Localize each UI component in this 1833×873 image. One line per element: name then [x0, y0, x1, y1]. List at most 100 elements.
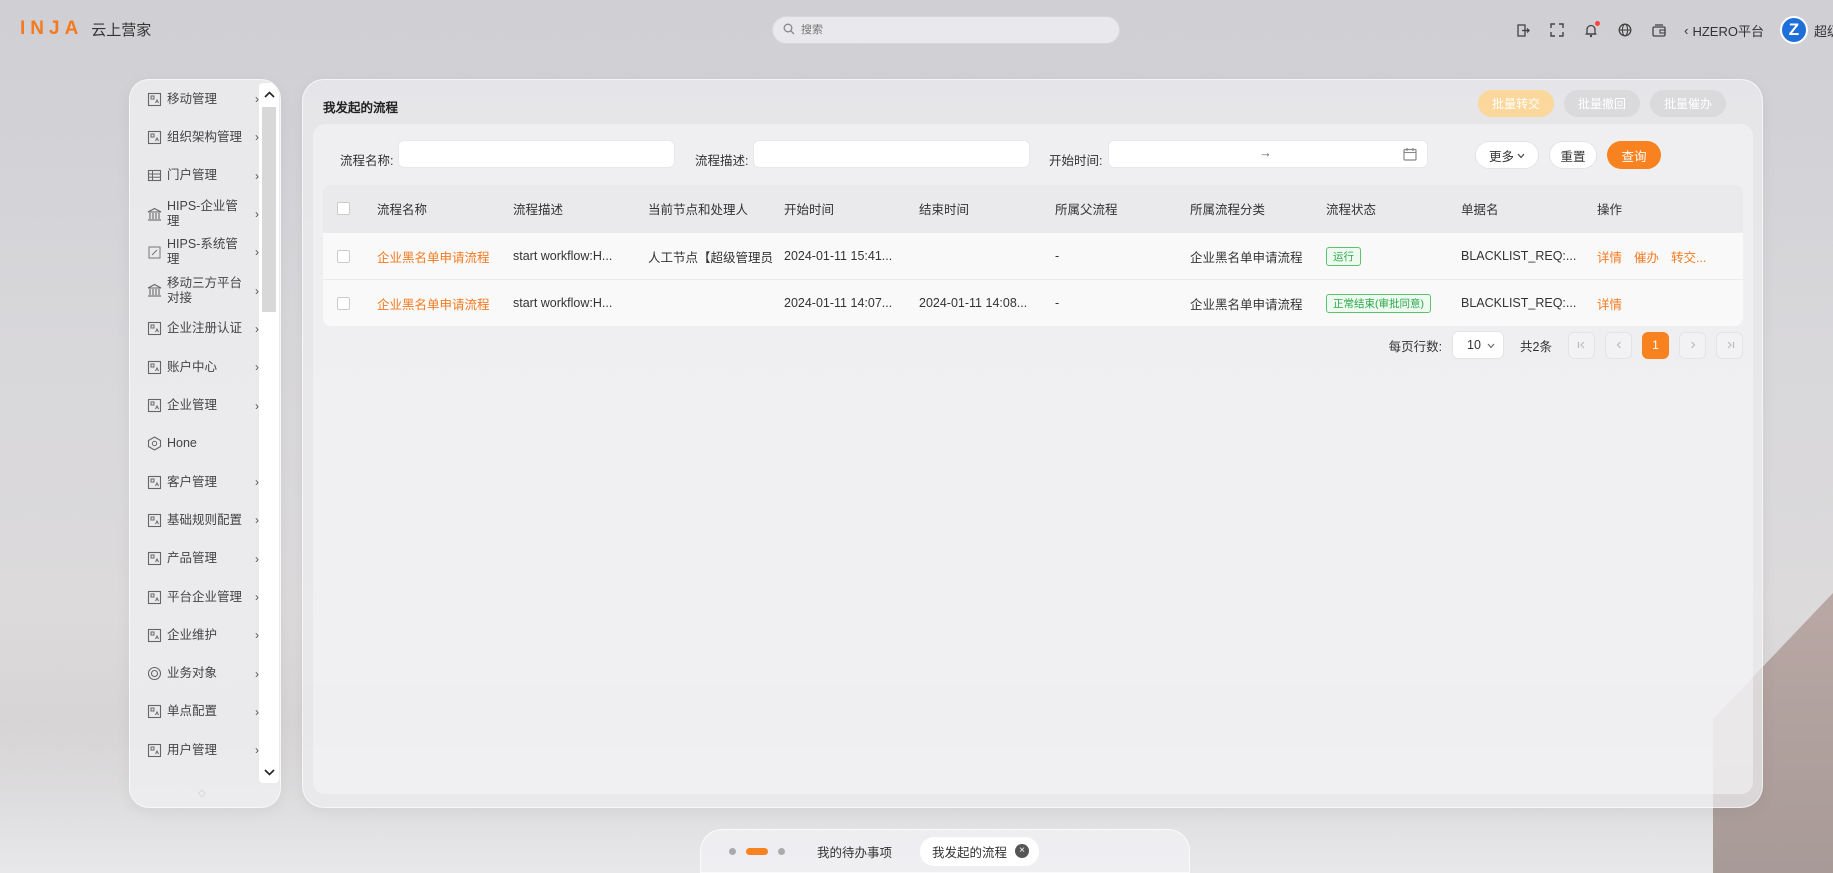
query-button[interactable]: 查询: [1607, 141, 1661, 169]
tab-dock: 我的待办事项 我发起的流程 ×: [700, 829, 1190, 873]
logo-text: 云上营家: [91, 21, 152, 39]
process-desc: start workflow:H...: [513, 296, 613, 310]
globe-icon[interactable]: [1616, 21, 1634, 39]
search-input[interactable]: [801, 24, 1081, 36]
module-icon: [147, 743, 162, 758]
batch-actions: 批量转交 批量撤回 批量催办: [1477, 90, 1726, 117]
logo[interactable]: INJA 云上营家: [20, 18, 151, 40]
select-all-checkbox[interactable]: [337, 202, 350, 215]
sidebar-item[interactable]: 基础规则配置 ›: [130, 501, 259, 539]
sidebar-item-label: HIPS-系统管理: [167, 237, 238, 267]
process-name-link[interactable]: 企业黑名单申请流程: [377, 247, 513, 266]
column-header: 所属流程分类: [1190, 203, 1266, 217]
wallet-icon[interactable]: [1650, 21, 1668, 39]
sidebar-item-label: 单点配置: [167, 704, 218, 719]
platform-label: HZERO平台: [1692, 23, 1764, 39]
edit-icon: [147, 245, 162, 260]
exit-icon[interactable]: [1514, 21, 1532, 39]
sidebar-item-label: 客户管理: [167, 474, 218, 489]
more-filters-button[interactable]: 更多: [1475, 141, 1539, 169]
bell-icon[interactable]: [1582, 21, 1601, 39]
hexagon-icon: [147, 436, 162, 451]
row-checkbox[interactable]: [337, 296, 350, 310]
sidebar-item[interactable]: 企业管理 ›: [130, 386, 259, 424]
scroll-thumb[interactable]: [262, 107, 276, 312]
sidebar-item-label: 业务对象: [167, 666, 218, 681]
avatar: Z: [1779, 16, 1808, 44]
sidebar-item[interactable]: 移动三方平台对接 ›: [130, 271, 259, 309]
tab-my-initiated[interactable]: 我发起的流程 ×: [920, 836, 1040, 866]
sidebar-item[interactable]: 产品管理 ›: [130, 540, 259, 578]
sidebar-item[interactable]: 组织架构管理 ›: [130, 118, 259, 156]
batch-urge-button[interactable]: 批量催办: [1649, 90, 1726, 117]
time-filter-label: 开始时间:: [1049, 154, 1103, 168]
sidebar-item[interactable]: 企业注册认证 ›: [130, 310, 259, 348]
next-page-button[interactable]: [1679, 331, 1706, 359]
start-time: 2024-01-11 14:07...: [784, 296, 893, 310]
date-range-arrow: →: [1259, 145, 1272, 160]
sidebar-item[interactable]: 门户管理 ›: [130, 157, 259, 195]
user-menu[interactable]: Z 超级管: [1779, 16, 1833, 44]
column-header: 操作: [1597, 203, 1623, 217]
sidebar-item[interactable]: HIPS-企业管理 ›: [130, 195, 259, 233]
pager-dot-active[interactable]: [746, 847, 768, 855]
row-checkbox-cell: [323, 249, 377, 263]
table-row: 企业黑名单申请流程 start workflow:H... 人工节点【超级管理员…: [323, 232, 1743, 279]
sidebar-item[interactable]: 账户中心 ›: [130, 348, 259, 386]
sidebar-item[interactable]: Hone: [130, 425, 257, 463]
module-icon: [147, 475, 162, 490]
page-button-current[interactable]: 1: [1642, 331, 1669, 359]
notification-badge: [1595, 21, 1601, 26]
pager-dot[interactable]: [729, 847, 736, 855]
sidebar-item[interactable]: 移动管理 ›: [130, 80, 259, 118]
name-filter-input[interactable]: [398, 140, 675, 168]
platform-switch[interactable]: ‹ HZERO平台: [1684, 21, 1764, 40]
date-range-picker[interactable]: →: [1108, 140, 1428, 168]
sidebar-item[interactable]: 业务对象 ›: [130, 654, 259, 692]
scroll-down-button[interactable]: [259, 763, 279, 781]
reset-button[interactable]: 重置: [1549, 141, 1597, 169]
detail-link[interactable]: 详情: [1597, 251, 1622, 265]
total-count: 共2条: [1520, 339, 1552, 354]
status-badge: 正常结束(审批同意): [1326, 293, 1431, 313]
detail-link[interactable]: 详情: [1597, 298, 1622, 312]
module-icon: [147, 513, 162, 528]
batch-withdraw-button[interactable]: 批量撤回: [1563, 90, 1640, 117]
sidebar-item[interactable]: 企业维护 ›: [130, 616, 259, 654]
page-size-select[interactable]: 10: [1452, 331, 1505, 359]
prev-page-button[interactable]: [1605, 331, 1632, 359]
status-cell: 正常结束(审批同意): [1326, 293, 1461, 313]
main-panel: 我发起的流程 批量转交 批量撤回 批量催办 流程名称: 流程描述: 开始时间: …: [302, 79, 1763, 808]
fullscreen-icon[interactable]: [1548, 21, 1566, 39]
global-search[interactable]: [772, 16, 1120, 44]
urge-link[interactable]: 催办: [1634, 251, 1659, 265]
more-label: 更多: [1488, 149, 1514, 164]
sidebar-item-label: 用户管理: [167, 742, 218, 757]
row-checkbox[interactable]: [337, 249, 350, 263]
pager-dot[interactable]: [778, 847, 785, 855]
last-page-button[interactable]: [1716, 331, 1743, 359]
first-page-button[interactable]: [1568, 331, 1595, 359]
user-name: 超级管: [1813, 23, 1833, 39]
row-actions: 详情 催办 转交...: [1597, 247, 1727, 266]
sidebar-item-label: 门户管理: [167, 168, 218, 183]
scroll-up-button[interactable]: [259, 85, 279, 103]
batch-transfer-button[interactable]: 批量转交: [1477, 90, 1554, 117]
sidebar-scrollbar[interactable]: [259, 83, 279, 783]
status-cell: 运行: [1326, 246, 1461, 266]
desc-filter-input[interactable]: [753, 140, 1030, 168]
tab-my-todo[interactable]: 我的待办事项: [817, 842, 892, 861]
sidebar-item[interactable]: 单点配置 ›: [130, 693, 259, 731]
sidebar-collapse-handle[interactable]: ◇: [198, 788, 206, 799]
column-header: 所属父流程: [1055, 203, 1118, 217]
sidebar-item[interactable]: 平台企业管理 ›: [130, 578, 259, 616]
process-name-link[interactable]: 企业黑名单申请流程: [377, 294, 513, 313]
sidebar-item[interactable]: 客户管理 ›: [130, 463, 259, 501]
target-icon: [147, 666, 162, 681]
sidebar-item[interactable]: HIPS-系统管理 ›: [130, 233, 259, 271]
sidebar-item-label: 企业管理: [167, 398, 218, 413]
sidebar-item[interactable]: 用户管理 ›: [130, 731, 259, 769]
transfer-link[interactable]: 转交...: [1671, 251, 1706, 265]
chevron-down-icon: [1487, 338, 1495, 352]
close-icon[interactable]: ×: [1015, 844, 1030, 858]
